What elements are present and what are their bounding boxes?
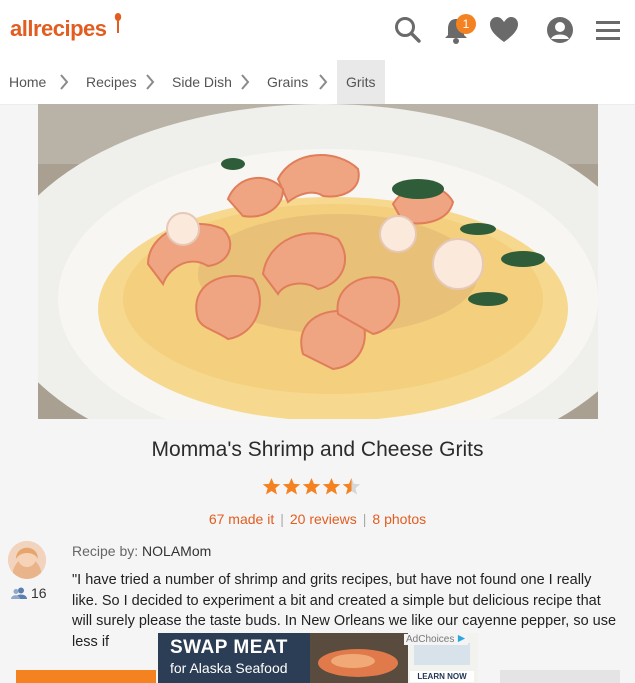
breadcrumb-recipes[interactable]: Recipes xyxy=(86,60,137,104)
recipe-photo[interactable] xyxy=(38,104,598,419)
ad-headline: SWAP MEAT xyxy=(170,637,288,658)
profile-icon[interactable] xyxy=(544,14,576,46)
menu-icon[interactable] xyxy=(592,14,624,46)
breadcrumb: Home Recipes Side Dish Grains Grits xyxy=(0,60,635,105)
logo-spoon-icon xyxy=(114,13,122,33)
followers-number: 16 xyxy=(31,585,47,601)
ad-cta-button[interactable]: LEARN NOW xyxy=(410,671,474,682)
star-full-icon xyxy=(262,477,281,495)
author-avatar-image xyxy=(8,541,46,579)
stat-separator: | xyxy=(362,511,367,527)
heart-icon[interactable] xyxy=(488,14,520,46)
byline-label: Recipe by: xyxy=(72,543,139,559)
star-full-icon xyxy=(302,477,321,495)
star-full-icon xyxy=(322,477,341,495)
notification-badge[interactable]: 1 xyxy=(456,14,476,34)
star-full-icon xyxy=(282,477,301,495)
top-header: allrecipes 1 xyxy=(0,0,635,61)
ad-banner[interactable]: SWAP MEAT for Alaska Seafood AdChoices L… xyxy=(158,633,478,683)
breadcrumb-grits[interactable]: Grits xyxy=(337,60,385,104)
followers-icon xyxy=(11,587,27,599)
breadcrumb-grains[interactable]: Grains xyxy=(267,60,308,104)
author-name-link[interactable]: NOLAMom xyxy=(142,543,211,559)
recipe-stats: 67 made it | 20 reviews | 8 photos xyxy=(0,511,635,527)
breadcrumb-side-dish[interactable]: Side Dish xyxy=(172,60,232,104)
search-icon[interactable] xyxy=(392,14,424,46)
recipe-photo-image xyxy=(38,104,598,419)
reviews-link[interactable]: 20 reviews xyxy=(290,511,357,527)
rating-stars[interactable] xyxy=(262,477,362,501)
photos-link[interactable]: 8 photos xyxy=(372,511,426,527)
chevron-right-icon xyxy=(319,74,328,90)
stat-separator: | xyxy=(280,511,284,527)
recipe-title: Momma's Shrimp and Cheese Grits xyxy=(151,438,484,461)
allrecipes-logo[interactable]: allrecipes xyxy=(10,13,122,42)
chevron-right-icon xyxy=(146,74,155,90)
followers-count[interactable]: 16 xyxy=(11,585,47,601)
breadcrumb-home[interactable]: Home xyxy=(9,60,46,104)
star-half-icon xyxy=(342,477,361,495)
author-avatar[interactable] xyxy=(8,541,46,579)
adchoices-icon xyxy=(458,634,466,643)
save-button-bar[interactable] xyxy=(16,670,156,683)
chevron-right-icon xyxy=(241,74,250,90)
logo-text: allrecipes xyxy=(10,16,107,41)
secondary-button-bar[interactable] xyxy=(500,670,620,683)
chevron-right-icon xyxy=(60,74,69,90)
made-it-link[interactable]: 67 made it xyxy=(209,511,274,527)
adchoices-link[interactable]: AdChoices xyxy=(404,634,469,645)
ad-subline: for Alaska Seafood xyxy=(170,660,288,676)
adchoices-text: AdChoices xyxy=(406,634,455,645)
recipe-byline: Recipe by: NOLAMom xyxy=(72,543,211,559)
